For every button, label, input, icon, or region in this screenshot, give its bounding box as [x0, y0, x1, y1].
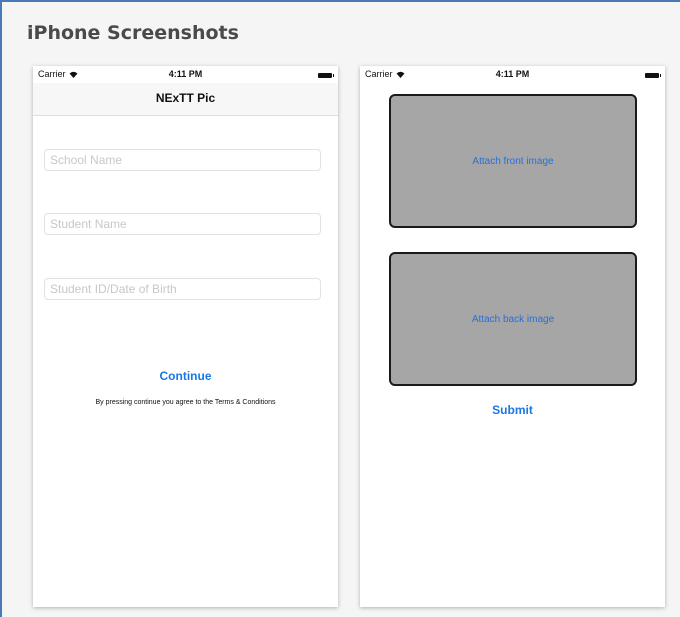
student-id-input[interactable]: Student ID/Date of Birth: [44, 278, 321, 300]
status-bar: Carrier 4:11 PM: [33, 66, 338, 83]
frame-top-border: [0, 0, 680, 2]
status-time: 4:11 PM: [495, 69, 530, 79]
status-time: 4:11 PM: [168, 69, 203, 79]
continue-button[interactable]: Continue: [33, 369, 338, 383]
submit-button[interactable]: Submit: [360, 403, 665, 417]
phone-screen-attach: Carrier 4:11 PM Attach front image Attac…: [360, 66, 665, 607]
battery-icon: [645, 73, 661, 78]
section-heading: iPhone Screenshots: [27, 22, 239, 44]
status-bar: Carrier 4:11 PM: [360, 66, 665, 83]
terms-text: By pressing continue you agree to the Te…: [95, 399, 276, 406]
frame-left-border: [0, 0, 2, 617]
nav-bar-title: NExTT Pic: [33, 83, 338, 116]
school-name-input[interactable]: School Name: [44, 149, 321, 171]
attach-back-image-button[interactable]: Attach back image: [389, 252, 637, 386]
phone-screen-form: Carrier 4:11 PM NExTT Pic School Name St…: [33, 66, 338, 607]
attach-front-image-button[interactable]: Attach front image: [389, 94, 637, 228]
student-name-input[interactable]: Student Name: [44, 213, 321, 235]
attach-back-label: Attach back image: [471, 313, 555, 325]
attach-front-label: Attach front image: [472, 155, 554, 167]
battery-icon: [318, 73, 334, 78]
